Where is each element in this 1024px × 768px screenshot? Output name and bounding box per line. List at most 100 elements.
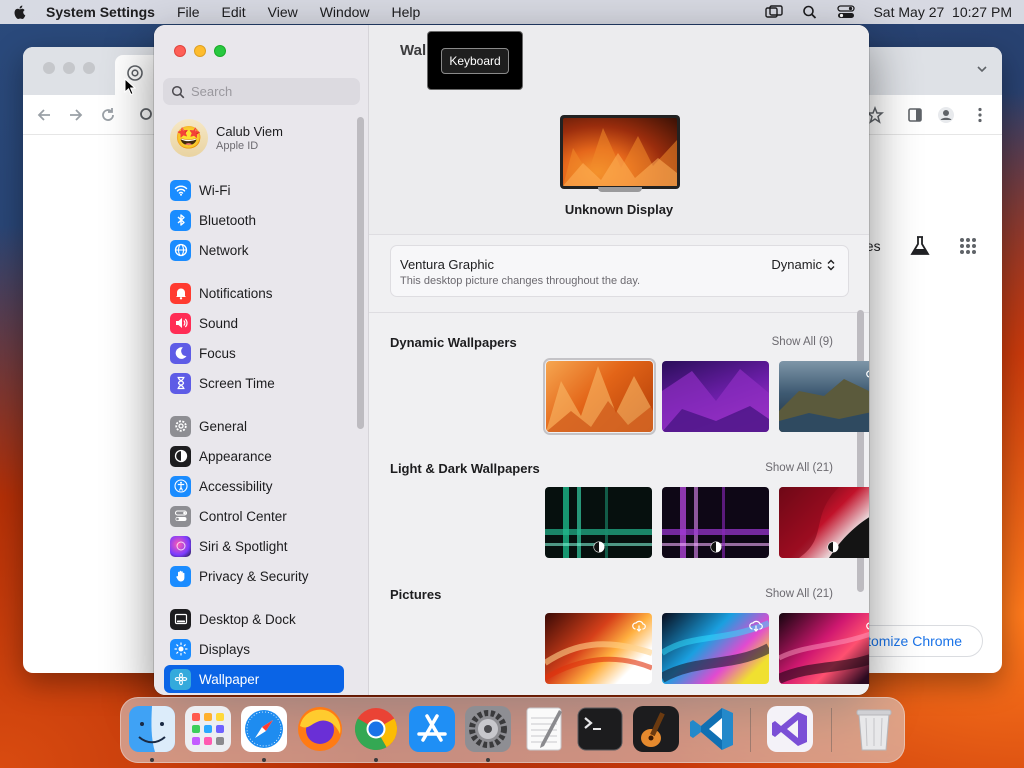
sidebar-item-control-center[interactable]: Control Center: [164, 502, 344, 530]
wallpaper-thumb[interactable]: [543, 358, 656, 435]
forward-arrow-icon[interactable]: [67, 106, 85, 124]
trash-icon[interactable]: [849, 704, 899, 754]
system-settings-icon[interactable]: [463, 704, 513, 754]
monitor-stand: [598, 187, 642, 192]
sidebar-item-accessibility[interactable]: Accessibility: [164, 472, 344, 500]
wallpaper-thumb[interactable]: [779, 613, 869, 684]
minimize-button[interactable]: [194, 45, 206, 57]
menu-bar-clock[interactable]: Sat May 27 10:27 PM: [873, 4, 1012, 20]
section-title-light-dark: Light & Dark Wallpapers: [390, 461, 540, 476]
show-all-dynamic-button[interactable]: Show All (9): [772, 336, 833, 348]
wallpaper-thumb[interactable]: [662, 487, 769, 558]
garageband-icon[interactable]: [631, 704, 681, 754]
sidebar-item-displays[interactable]: Displays: [164, 635, 344, 663]
wallpaper-thumb[interactable]: [662, 361, 769, 432]
siri-icon: [170, 535, 191, 557]
sidebar-item-wifi[interactable]: Wi-Fi: [164, 176, 344, 204]
hourglass-icon: [170, 372, 191, 394]
tooltip-text: Keyboard: [441, 47, 509, 74]
tab-search-chevron-icon[interactable]: [976, 63, 988, 75]
wallpaper-thumb[interactable]: [662, 613, 769, 684]
spotlight-search-icon[interactable]: [801, 5, 819, 19]
sidebar-item-bluetooth[interactable]: Bluetooth: [164, 206, 344, 234]
apple-id-account[interactable]: 🤩 Calub Viem Apple ID: [170, 119, 283, 157]
apple-menu-icon[interactable]: [12, 4, 28, 20]
show-all-pictures-button[interactable]: Show All (21): [765, 588, 833, 600]
google-apps-grid-icon[interactable]: [959, 237, 977, 255]
finder-icon[interactable]: [127, 704, 177, 754]
screen-mirroring-icon[interactable]: [765, 5, 784, 19]
menu-window[interactable]: Window: [320, 4, 370, 20]
sidebar-search: [163, 78, 360, 105]
sidebar-item-sound[interactable]: Sound: [164, 309, 344, 337]
download-cloud-icon: [632, 620, 646, 632]
dock-running-indicator: [262, 758, 266, 762]
menu-help[interactable]: Help: [392, 4, 421, 20]
back-arrow-icon[interactable]: [35, 106, 53, 124]
wifi-icon: [170, 179, 191, 201]
wallpaper-thumb[interactable]: [779, 361, 869, 432]
vscode-icon[interactable]: [687, 704, 737, 754]
sidebar-item-focus[interactable]: Focus: [164, 339, 344, 367]
safari-icon[interactable]: [239, 704, 289, 754]
sidebar-item-label: Control Center: [199, 508, 287, 524]
sidebar-scrollbar[interactable]: [357, 117, 364, 429]
wallpaper-thumb[interactable]: [545, 613, 652, 684]
app-store-icon[interactable]: [407, 704, 457, 754]
dock-running-indicator: [374, 758, 378, 762]
menu-edit[interactable]: Edit: [222, 4, 246, 20]
chrome-minimize-button[interactable]: [63, 62, 75, 74]
wallpaper-pane: Wal Keyboard Unknown Display Ventura Gra…: [369, 25, 869, 695]
wallpaper-mode-select[interactable]: Dynamic: [771, 257, 836, 272]
reload-icon[interactable]: [99, 106, 117, 124]
sidebar-item-desktop-dock[interactable]: Desktop & Dock: [164, 605, 344, 633]
light-dark-badge-icon: [593, 541, 605, 553]
menu-file[interactable]: File: [177, 4, 200, 20]
wallpaper-thumb[interactable]: [545, 487, 652, 558]
sidebar-item-screen-time[interactable]: Screen Time: [164, 369, 344, 397]
show-all-light-dark-button[interactable]: Show All (21): [765, 462, 833, 474]
sidebar-item-wallpaper[interactable]: Wallpaper: [164, 665, 344, 693]
sidebar-item-privacy-security[interactable]: Privacy & Security: [164, 562, 344, 590]
chrome-window-controls: [43, 62, 95, 74]
sidebar-item-network[interactable]: Network: [164, 236, 344, 264]
chrome-close-button[interactable]: [43, 62, 55, 74]
page-title: Wal: [400, 42, 427, 59]
chrome-zoom-button[interactable]: [83, 62, 95, 74]
accessibility-icon: [170, 475, 191, 497]
chrome-icon[interactable]: [351, 704, 401, 754]
chrome-menu-icon[interactable]: [971, 106, 989, 124]
sidebar-item-appearance[interactable]: Appearance: [164, 442, 344, 470]
menu-bar: System Settings File Edit View Window He…: [0, 0, 1024, 24]
menu-view[interactable]: View: [268, 4, 298, 20]
window-controls: [174, 45, 226, 57]
zoom-button[interactable]: [214, 45, 226, 57]
light-dark-badge-icon: [710, 541, 722, 553]
control-center-menu-icon[interactable]: [837, 5, 856, 19]
terminal-icon[interactable]: [575, 704, 625, 754]
sidebar-item-label: Network: [199, 242, 249, 258]
visual-studio-icon[interactable]: [765, 704, 815, 754]
textedit-icon[interactable]: [519, 704, 569, 754]
side-panel-icon[interactable]: [906, 106, 924, 124]
wallpaper-icon: [170, 668, 191, 690]
sidebar-item-label: Screen Time: [199, 375, 275, 391]
display-preview-image: [563, 118, 677, 186]
profile-avatar-icon[interactable]: [937, 106, 955, 124]
sidebar-item-general[interactable]: General: [164, 412, 344, 440]
display-preview-area: Wal Keyboard Unknown Display: [369, 25, 869, 235]
current-wallpaper-card: Ventura Graphic This desktop picture cha…: [390, 245, 849, 297]
wallpaper-thumb[interactable]: [779, 487, 869, 558]
close-button[interactable]: [174, 45, 186, 57]
sidebar-item-notifications[interactable]: Notifications: [164, 279, 344, 307]
bell-icon: [170, 282, 191, 304]
labs-flask-icon[interactable]: [909, 235, 931, 257]
firefox-icon[interactable]: [295, 704, 345, 754]
sidebar-item-label: Notifications: [199, 285, 273, 301]
sidebar-item-label: Displays: [199, 641, 251, 657]
sidebar-item-siri-spotlight[interactable]: Siri & Spotlight: [164, 532, 344, 560]
dock-separator: [750, 708, 751, 752]
app-menu[interactable]: System Settings: [46, 4, 155, 20]
launchpad-icon[interactable]: [183, 704, 233, 754]
search-input[interactable]: [191, 84, 351, 99]
